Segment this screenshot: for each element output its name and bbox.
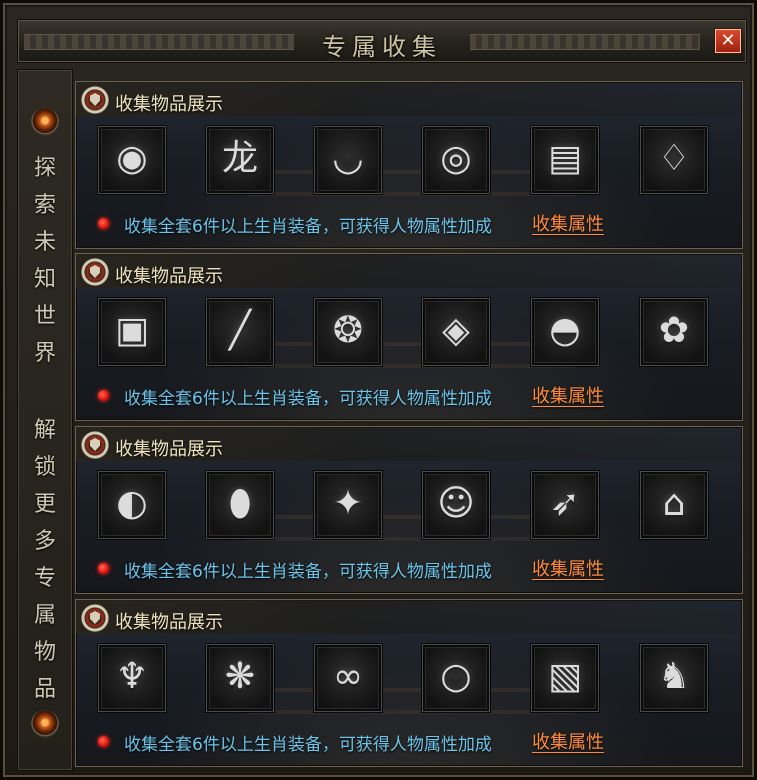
item-slot[interactable]: ◐: [98, 471, 166, 539]
item-slot[interactable]: ❋: [206, 644, 274, 712]
bell-icon: ⌂: [662, 483, 686, 524]
sidebar-char: 更: [33, 492, 56, 517]
window-title: 专属收集: [322, 33, 442, 61]
item-slot[interactable]: ◈: [422, 298, 490, 366]
spirit-beast-icon: ❂: [332, 310, 364, 351]
sidebar-char: 世: [33, 304, 56, 329]
item-slot[interactable]: 龙: [206, 126, 274, 194]
item-slot[interactable]: ✿: [640, 298, 708, 366]
item-slot[interactable]: ○: [422, 644, 490, 712]
item-slot[interactable]: ♆: [98, 644, 166, 712]
flower-cluster-icon: ✿: [658, 310, 690, 351]
collection-window: 专属收集 ✕ 探索未知世界 解锁更多专属物品 收集物品展示收集全套6件以上生肖装…: [0, 0, 757, 780]
item-slot[interactable]: ▣: [98, 298, 166, 366]
sidebar-char: 品: [33, 677, 56, 702]
collection-panel: 收集物品展示收集全套6件以上生肖装备，可获得人物属性加成 收集属性 ◐ ⬮ ✦ ☺ ➶ ⌂: [75, 426, 743, 594]
collection-panel: 收集物品展示收集全套6件以上生肖装备，可获得人物属性加成 收集属性 ▣ ╱ ❂ ◈ ◓ ✿: [75, 253, 743, 421]
dragon-orb-icon: 龙: [221, 138, 258, 179]
jade-token-icon: ◈: [442, 310, 470, 351]
sidebar-char: 物: [33, 640, 56, 665]
item-slot[interactable]: ▤: [531, 126, 599, 194]
panel-title: 收集物品展示: [115, 612, 223, 633]
shield-emblem-icon: [81, 86, 109, 114]
collection-panel: 收集物品展示收集全套6件以上生肖装备，可获得人物属性加成 收集属性 ♆ ❋ ∞ ○ ▧ ♞: [75, 599, 743, 767]
dragon-egg-icon: ◐: [116, 483, 148, 524]
item-slot[interactable]: ➶: [531, 471, 599, 539]
close-button[interactable]: ✕: [715, 29, 741, 53]
sidebar-char: 专: [33, 566, 56, 591]
dumpling-icon: ◓: [549, 310, 581, 351]
red-dot-icon: [98, 563, 109, 574]
needle-icon: ╱: [229, 310, 251, 351]
sidebar-char: 界: [33, 341, 56, 366]
item-slot[interactable]: ☺: [422, 471, 490, 539]
sidebar-char: 解: [33, 418, 56, 443]
mortar-bowl-icon: ◡: [332, 138, 364, 179]
item-slot[interactable]: ◡: [314, 126, 382, 194]
silver-coin-icon: ◎: [440, 138, 472, 179]
sidebar-char: 索: [33, 193, 56, 218]
title-bar[interactable]: 专属收集 ✕: [17, 19, 747, 63]
item-slot[interactable]: ◎: [422, 126, 490, 194]
red-dot-icon: [98, 218, 109, 229]
bat-icon: ✦: [332, 483, 364, 524]
sidebar-char: 知: [33, 267, 56, 292]
scroll-tablet-icon: ▧: [547, 656, 582, 697]
item-slot[interactable]: ◉: [98, 126, 166, 194]
item-slot[interactable]: ◓: [531, 298, 599, 366]
item-slot[interactable]: ∞: [314, 644, 382, 712]
mooncake-icon: ◉: [116, 138, 148, 179]
sidebar-char: 锁: [33, 455, 56, 480]
panel-title: 收集物品展示: [115, 439, 223, 460]
item-slot[interactable]: ╱: [206, 298, 274, 366]
sidebar-char: 未: [33, 230, 56, 255]
orb-icon: [31, 710, 59, 738]
collection-attributes-link[interactable]: 收集属性: [532, 728, 604, 754]
treasure-chest-icon: ▣: [114, 310, 149, 351]
red-dot-icon: [98, 736, 109, 747]
ring-icon: ○: [440, 656, 472, 697]
collection-attributes-link[interactable]: 收集属性: [532, 210, 604, 236]
collection-description: 收集全套6件以上生肖装备，可获得人物属性加成: [124, 735, 492, 755]
shield-emblem-icon: [81, 431, 109, 459]
item-slot[interactable]: ⌂: [640, 471, 708, 539]
item-slot[interactable]: ♞: [640, 644, 708, 712]
pouch-icon: ♢: [657, 138, 691, 179]
horn-icon: ➶: [549, 483, 581, 524]
shield-emblem-icon: [81, 258, 109, 286]
mask-icon: ☺: [437, 483, 475, 524]
collection-panel: 收集物品展示收集全套6件以上生肖装备，可获得人物属性加成 收集属性 ◉ 龙 ◡ ◎ ▤ ♢: [75, 81, 743, 249]
panel-title: 收集物品展示: [115, 94, 223, 115]
item-slot[interactable]: ▧: [531, 644, 599, 712]
sidebar-char: 探: [33, 156, 56, 181]
sidebar-char: 属: [33, 603, 56, 628]
item-slot[interactable]: ❂: [314, 298, 382, 366]
collection-attributes-link[interactable]: 收集属性: [532, 382, 604, 408]
shield-emblem-icon: [81, 604, 109, 632]
ingot-box-icon: ▤: [547, 138, 582, 179]
item-slot[interactable]: ⬮: [206, 471, 274, 539]
collection-description: 收集全套6件以上生肖装备，可获得人物属性加成: [124, 389, 492, 409]
sidebar: 探索未知世界 解锁更多专属物品: [17, 69, 73, 771]
orb-icon: [31, 108, 59, 136]
collection-description: 收集全套6件以上生肖装备，可获得人物属性加成: [124, 217, 492, 237]
red-dot-icon: [98, 390, 109, 401]
item-slot[interactable]: ♢: [640, 126, 708, 194]
collection-description: 收集全套6件以上生肖装备，可获得人物属性加成: [124, 562, 492, 582]
panel-title: 收集物品展示: [115, 266, 223, 287]
chain-icon: ∞: [333, 656, 363, 697]
collection-attributes-link[interactable]: 收集属性: [532, 555, 604, 581]
staff-head-icon: ♆: [115, 656, 149, 697]
kirin-statue-icon: ♞: [657, 656, 691, 697]
cocoon-icon: ⬮: [228, 483, 252, 524]
phoenix-icon: ❋: [224, 656, 256, 697]
sidebar-char: 多: [33, 529, 56, 554]
item-slot[interactable]: ✦: [314, 471, 382, 539]
